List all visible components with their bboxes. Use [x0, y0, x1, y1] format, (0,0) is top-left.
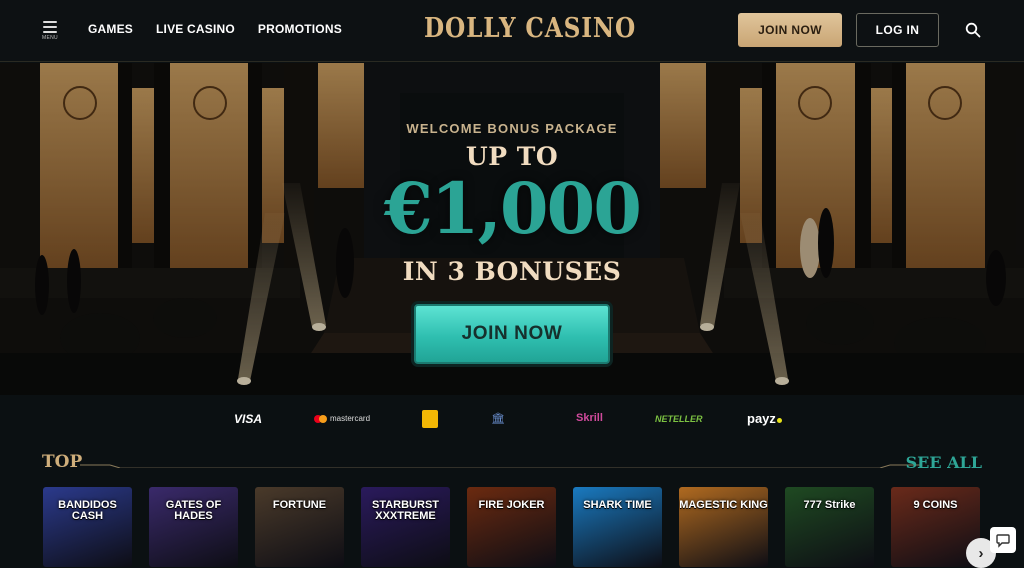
see-all-link[interactable]: SEE ALL	[906, 453, 982, 472]
hero-banner: WELCOME BONUS PACKAGE UP TO €1,000 IN 3 …	[0, 63, 1024, 395]
menu-button[interactable]: MENU	[40, 21, 60, 41]
site-header: MENU GAMES LIVE CASINO PROMOTIONS DOLLY …	[0, 0, 1024, 62]
search-icon[interactable]	[965, 22, 981, 38]
game-title: STARBURST XXXTREME	[371, 499, 439, 522]
nav-live-casino[interactable]: LIVE CASINO	[156, 22, 235, 36]
menu-icon-bar	[43, 26, 57, 28]
menu-icon-bar	[43, 31, 57, 33]
game-tile[interactable]: FIRE JOKER	[467, 487, 556, 567]
game-tile[interactable]: BANDIDOS CASH	[43, 487, 132, 567]
game-tile[interactable]: STARBURST XXXTREME	[361, 487, 450, 567]
nav-games[interactable]: GAMES	[88, 22, 133, 36]
game-title: MAGESTIC KING	[679, 499, 768, 511]
mastercard-label: mastercard	[330, 414, 371, 423]
chevron-right-icon: ›	[978, 544, 984, 562]
game-title: FORTUNE	[272, 499, 327, 511]
game-title: SHARK TIME	[583, 499, 652, 511]
chat-icon	[996, 534, 1010, 548]
payz-logo: payz	[747, 411, 782, 426]
game-tile[interactable]: SHARK TIME	[573, 487, 662, 567]
chat-button[interactable]	[990, 527, 1016, 553]
payz-label: payz	[747, 411, 776, 426]
game-tile[interactable]: MAGESTIC KING	[679, 487, 768, 567]
menu-label: MENU	[42, 35, 58, 41]
game-title: 777 Strike	[803, 499, 856, 511]
game-title: BANDIDOS CASH	[58, 499, 117, 522]
game-tile[interactable]: GATES OF HADES	[149, 487, 238, 567]
log-in-button[interactable]: LOG IN	[856, 13, 939, 47]
menu-icon	[43, 21, 57, 23]
visa-logo: VISA	[234, 412, 263, 426]
game-tile[interactable]: 777 Strike	[785, 487, 874, 567]
hero-eyebrow: WELCOME BONUS PACKAGE	[406, 121, 618, 136]
section-divider	[80, 464, 920, 468]
hero-bonus-count: IN 3 BONUSES	[402, 257, 622, 286]
hero-join-now-button[interactable]: JOIN NOW	[414, 304, 610, 364]
game-title: 9 COINS	[913, 499, 958, 511]
join-now-button[interactable]: JOIN NOW	[738, 13, 842, 47]
section-title: TOP	[42, 452, 83, 472]
site-logo[interactable]: DOLLY CASINO	[424, 13, 636, 44]
paysafecard-logo	[422, 410, 438, 428]
game-tile[interactable]: FORTUNE	[255, 487, 344, 567]
top-games-row: BANDIDOS CASH GATES OF HADES FORTUNE STARBU…	[43, 487, 993, 567]
game-title: GATES OF HADES	[165, 499, 222, 522]
payment-methods: VISA mastercard 🏛 Skrill NETELLER payz	[0, 400, 1024, 440]
skrill-logo: Skrill	[576, 412, 603, 424]
bank-transfer-logo: 🏛	[491, 413, 505, 425]
hero-bonus-amount: €1,000	[384, 167, 642, 250]
mastercard-logo: mastercard	[314, 414, 370, 423]
game-title: FIRE JOKER	[478, 499, 545, 511]
neteller-logo: NETELLER	[655, 414, 703, 424]
top-games-header: TOP SEE ALL	[42, 452, 982, 474]
nav-promotions[interactable]: PROMOTIONS	[258, 22, 342, 36]
main-nav: GAMES LIVE CASINO PROMOTIONS	[88, 22, 342, 36]
